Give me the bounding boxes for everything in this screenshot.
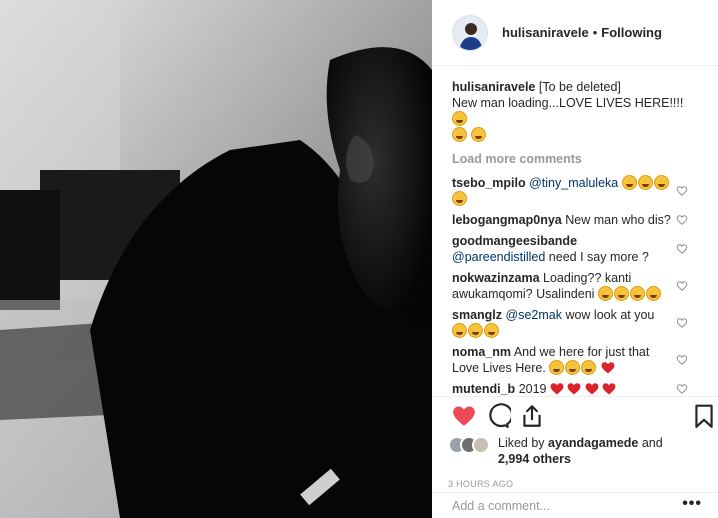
liker-avatars[interactable] [448, 436, 494, 456]
red-heart-emoji-icon [568, 383, 581, 395]
laughing-emoji-icon [452, 323, 467, 338]
comment-row: lebogangmap0nya New man who dis? [452, 212, 698, 228]
laughing-emoji-icon [581, 360, 597, 375]
comment-bubble-icon[interactable] [485, 403, 511, 429]
likes-and: and [641, 436, 663, 450]
comment-row: noma_nm And we here for just that Love L… [452, 344, 698, 376]
photo-image [0, 0, 432, 518]
post-side-panel: hulisaniravele • Following hulisaniravel… [432, 0, 718, 518]
laughing-emoji-icon [549, 360, 565, 375]
heart-outline-icon[interactable] [676, 354, 688, 366]
laughing-emoji-icon [565, 360, 581, 375]
laughing-emoji-icon [621, 175, 637, 190]
post-timestamp[interactable]: 3 HOURS AGO [448, 479, 702, 489]
comment-text: 2019 [518, 382, 547, 395]
share-icon[interactable] [519, 403, 545, 429]
heart-outline-icon[interactable] [676, 383, 688, 395]
laughing-emoji-icon [613, 286, 629, 301]
caption-line-2: New man loading...LOVE LIVES HERE!!!! [452, 96, 684, 110]
comment-username[interactable]: tsebo_mpilo [452, 176, 526, 190]
comment-username[interactable]: lebogangmap0nya [452, 213, 562, 227]
following-button[interactable]: Following [601, 25, 662, 40]
add-comment-placeholder: Add a comment... [452, 499, 550, 513]
liker-avatar [472, 436, 490, 454]
more-options-button[interactable]: ••• [682, 495, 702, 513]
laughing-emoji-icon [484, 323, 499, 338]
comment-text: wow look at you [565, 308, 655, 322]
laughing-emoji-icon [645, 286, 661, 301]
post-header: hulisaniravele • Following [432, 0, 718, 66]
heart-outline-icon[interactable] [676, 243, 688, 255]
comment-text: need I say more ? [548, 250, 649, 264]
likes-prefix: Liked by [498, 436, 545, 450]
smirk-emoji-icon [452, 111, 467, 126]
header-separator: • [592, 25, 598, 40]
comment-text: New man who dis? [565, 213, 671, 227]
caption-line-1: [To be deleted] [538, 80, 621, 94]
laughing-emoji-icon [597, 286, 613, 301]
comment-username[interactable]: smanglz [452, 308, 502, 322]
likes-others[interactable]: 2,994 others [498, 452, 571, 466]
add-comment-field[interactable]: Add a comment... ••• [432, 492, 718, 518]
upside-down-face-emoji-icon [452, 127, 467, 142]
comment-username[interactable]: noma_nm [452, 345, 511, 359]
red-heart-emoji-icon [585, 383, 599, 395]
avatar-image [453, 15, 487, 50]
laughing-emoji-icon [629, 286, 645, 301]
comment-username[interactable]: nokwazinzama [452, 271, 540, 285]
heart-filled-icon[interactable] [451, 403, 477, 429]
heart-outline-icon[interactable] [676, 214, 688, 226]
comment-mention[interactable]: @pareendistilled [452, 250, 545, 264]
comments-list[interactable]: hulisaniravele [To be deleted] New man l… [432, 67, 718, 395]
comment-mention[interactable]: @se2mak [506, 308, 562, 322]
likes-text: Liked by ayandagamede and 2,994 others [498, 435, 663, 467]
avatar[interactable] [452, 14, 488, 51]
heart-outline-icon[interactable] [676, 317, 688, 329]
comment-row: tsebo_mpilo @tiny_maluleka [452, 175, 698, 207]
comment-mention[interactable]: @tiny_maluleka [529, 176, 618, 190]
comment-rows: tsebo_mpilo @tiny_maluleka lebogangmap0n… [452, 175, 698, 395]
red-heart-emoji-icon [601, 362, 615, 374]
comment-username[interactable]: goodmangeesibande [452, 234, 577, 248]
comment-row: smanglz @se2mak wow look at you [452, 307, 698, 339]
action-icons-row [448, 397, 713, 435]
comment-row: goodmangeesibande @pareendistilled need … [452, 233, 698, 265]
laughing-emoji-icon [653, 175, 669, 190]
load-more-comments-button[interactable]: Load more comments [452, 151, 698, 167]
post-caption: hulisaniravele [To be deleted] New man l… [452, 79, 692, 143]
post-username[interactable]: hulisaniravele [502, 25, 589, 40]
red-heart-emoji-icon [603, 383, 616, 395]
bookmark-icon[interactable] [691, 403, 717, 429]
laughing-emoji-icon [452, 191, 467, 206]
laughing-emoji-icon [637, 175, 653, 190]
rofl-emoji-icon [471, 127, 487, 142]
comment-username[interactable]: mutendi_b [452, 382, 515, 395]
post-photo[interactable] [0, 0, 432, 518]
caption-username[interactable]: hulisaniravele [452, 80, 535, 94]
comment-row: nokwazinzama Loading?? kanti awukamqomi?… [452, 270, 698, 302]
heart-outline-icon[interactable] [676, 280, 688, 292]
laughing-emoji-icon [468, 323, 483, 338]
red-heart-emoji-icon [550, 383, 564, 395]
comment-row: mutendi_b 2019 [452, 381, 698, 395]
likes-user[interactable]: ayandagamede [548, 436, 638, 450]
heart-outline-icon[interactable] [676, 185, 688, 197]
likes-summary: Liked by ayandagamede and 2,994 others [448, 435, 702, 467]
